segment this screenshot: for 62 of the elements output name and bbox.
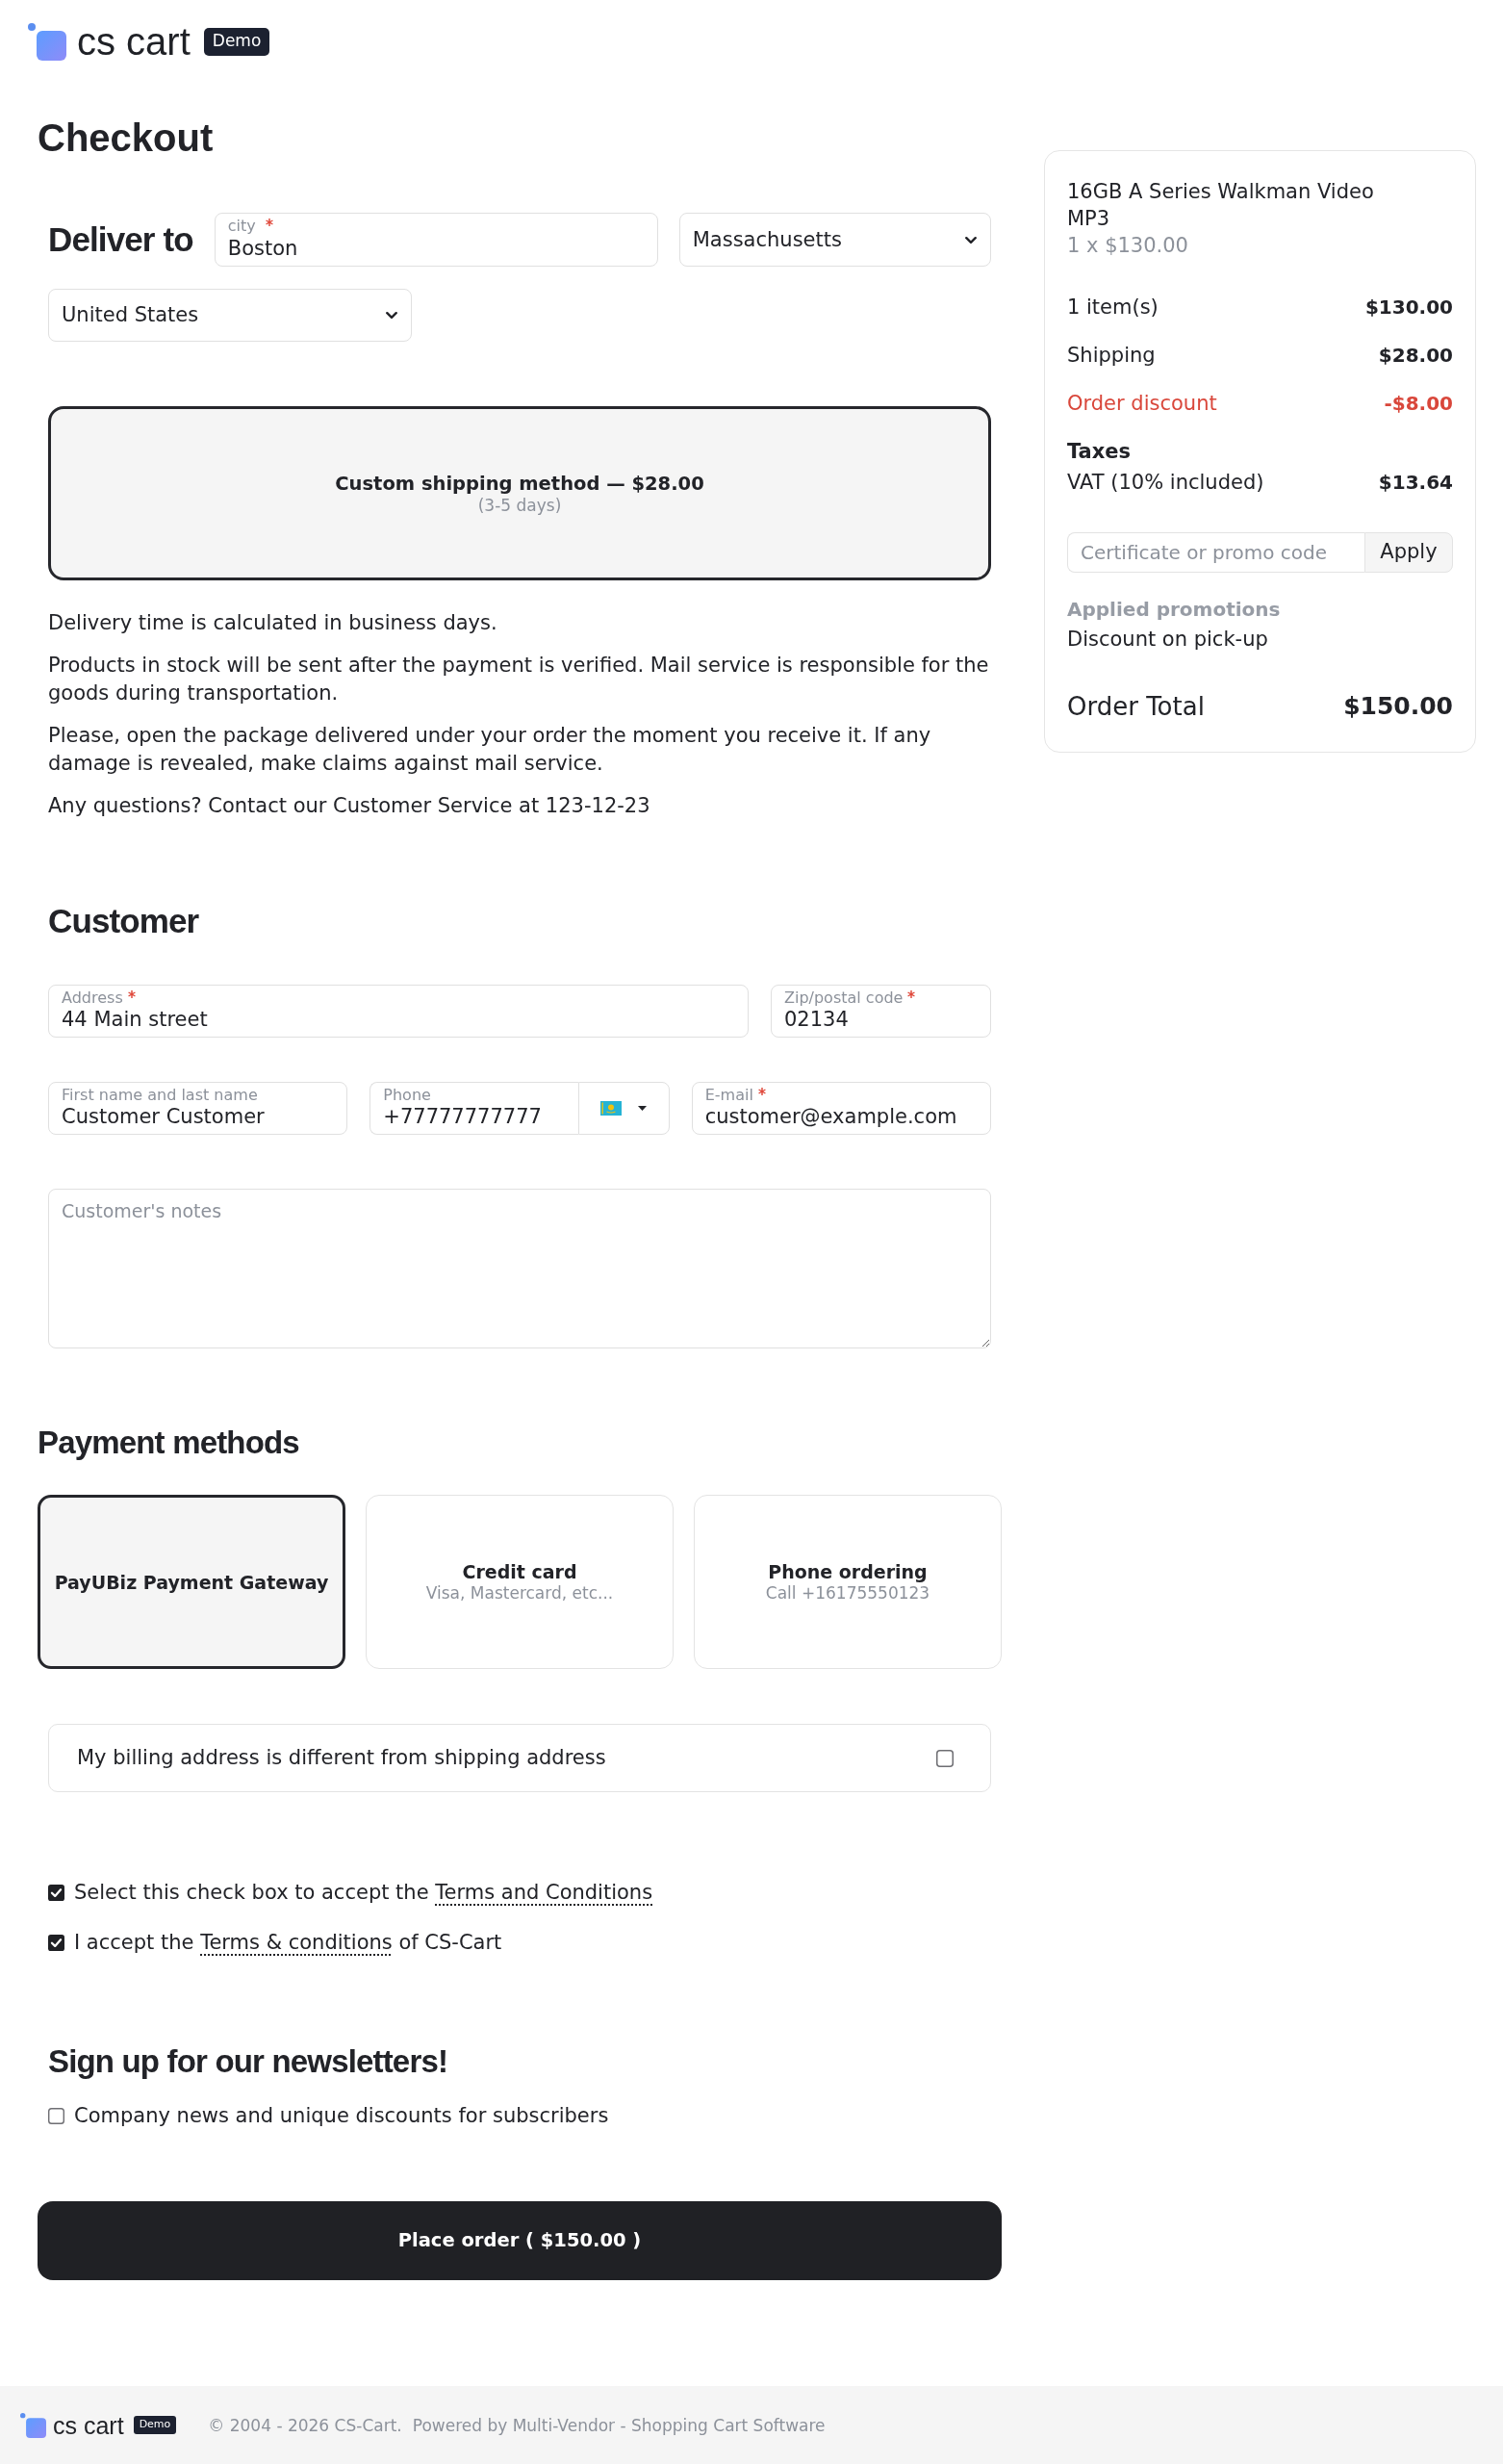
order-total-value: $150.00	[1343, 691, 1453, 722]
shipping-method-card[interactable]: Custom shipping method — $28.00 (3-5 days)	[48, 406, 991, 580]
section-heading: Sign up for our newsletters!	[48, 2042, 448, 2081]
logo-icon[interactable]	[20, 2412, 46, 2438]
chevron-down-icon	[386, 312, 397, 319]
info-text: Any questions? Contact our Customer Service at 123-12-23	[48, 793, 651, 819]
newsletter-option-label: Company news and unique discounts for subscribers	[74, 2103, 609, 2129]
logo-text[interactable]: cs cart	[53, 2412, 124, 2438]
field-label: city	[227, 218, 256, 235]
logo-icon[interactable]	[28, 22, 66, 61]
summary-value: $13.64	[1378, 470, 1453, 496]
terms-text: Select this check box to accept the Terms and Conditions	[74, 1880, 653, 1906]
summary-value: -$8.00	[1384, 391, 1453, 417]
section-heading: Payment methods	[38, 1424, 299, 1462]
demo-badge: Demo	[203, 27, 270, 56]
place-order-button[interactable]: Place order ( $150.00 )	[38, 2201, 1002, 2280]
promo-code-field[interactable]: Certificate or promo code	[1067, 532, 1364, 573]
summary-label: Order discount	[1067, 391, 1217, 417]
summary-value: $28.00	[1378, 343, 1453, 369]
terms-text: I accept the Terms & conditions of CS-Cart	[74, 1930, 502, 1956]
summary-label: 1 item(s)	[1067, 295, 1159, 321]
field-label: Zip/postal code	[784, 989, 904, 1007]
checkbox[interactable]	[48, 1935, 64, 1951]
product-price: 1 x $130.00	[1067, 233, 1188, 259]
info-text: Delivery time is calculated in business days.	[48, 610, 498, 636]
field-label: Phone	[383, 1087, 431, 1104]
section-heading: Deliver to	[48, 220, 193, 259]
info-text: Please, open the package delivered under your order the moment you receive it. If any damage is revealed, make claims against mail service.	[48, 723, 932, 777]
checkbox[interactable]	[936, 1749, 954, 1767]
flag-icon	[600, 1101, 623, 1116]
page-title: Checkout	[38, 116, 214, 161]
field-label: First name and last name	[62, 1087, 258, 1104]
state-select[interactable]: Massachusetts	[678, 213, 991, 267]
caret-icon	[638, 1106, 648, 1111]
summary-value: $130.00	[1364, 295, 1453, 321]
payment-method-card[interactable]: Credit card Visa, Mastercard, etc...	[366, 1495, 674, 1669]
footer-copyright: © 2004 - 2026 CS-Cart.	[208, 2414, 402, 2436]
field-label: Address	[62, 989, 123, 1007]
section-heading: Customer	[48, 902, 199, 940]
promotion-item: Discount on pick-up	[1067, 627, 1268, 653]
field-label: E-mail	[704, 1087, 753, 1104]
logo-text[interactable]: cs cart	[77, 22, 191, 61]
apply-button[interactable]: Apply	[1364, 532, 1453, 573]
info-text: Products in stock will be sent after the payment is verified. Mail service is responsible for the goods during transportation.	[48, 653, 990, 706]
taxes-title: Taxes	[1067, 439, 1132, 465]
terms-link[interactable]: Terms and Conditions	[435, 1881, 653, 1904]
checkbox[interactable]	[48, 1885, 64, 1901]
chevron-down-icon	[965, 236, 977, 244]
promotions-title: Applied promotions	[1067, 597, 1281, 623]
country-select[interactable]: United States	[48, 289, 412, 342]
payment-method-card[interactable]: Phone ordering Call +16175550123	[694, 1495, 1002, 1669]
terms-link[interactable]: Terms & conditions	[200, 1931, 393, 1954]
product-name[interactable]: 16GB A Series Walkman Video MP3	[1067, 178, 1399, 232]
payment-method-card[interactable]: PayUBiz Payment Gateway	[38, 1495, 345, 1669]
order-total-label: Order Total	[1067, 691, 1205, 723]
summary-label: Shipping	[1067, 343, 1156, 369]
notes-field[interactable]: Customer's notes	[48, 1189, 991, 1348]
summary-label: VAT (10% included)	[1067, 470, 1264, 496]
checkbox[interactable]	[48, 2108, 64, 2124]
demo-badge: Demo	[133, 2416, 177, 2434]
billing-option-label: My billing address is different from shipping address	[77, 1745, 606, 1771]
footer-powered-by: Powered by Multi-Vendor - Shopping Cart Software	[412, 2414, 826, 2436]
